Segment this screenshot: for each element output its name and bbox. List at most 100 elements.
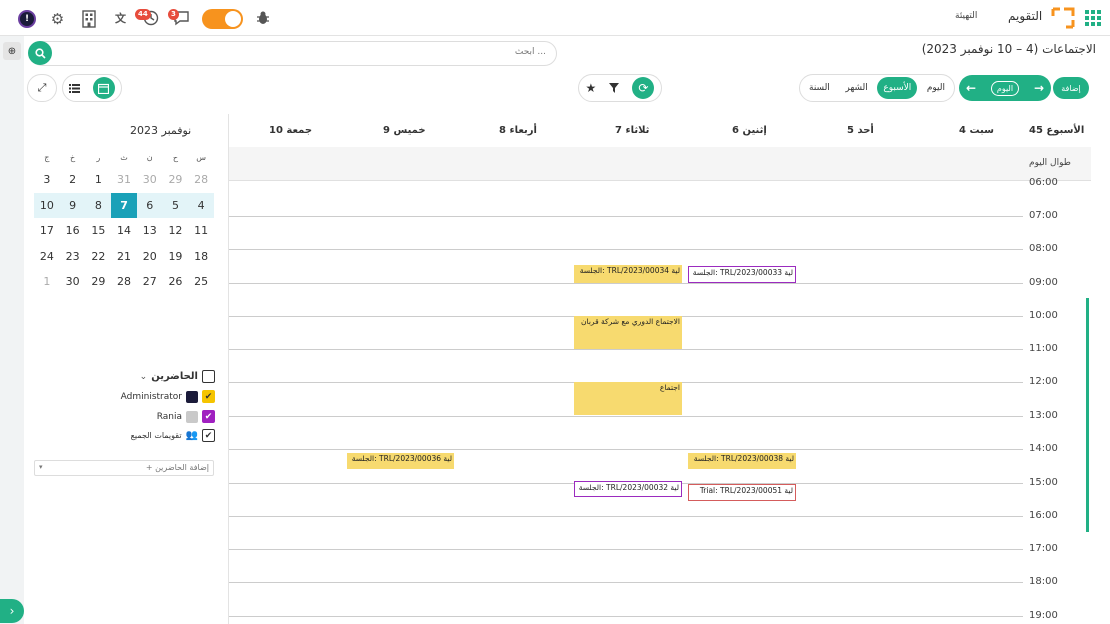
sidebar-toggle-chevron-icon[interactable]: › [0,599,24,623]
top-bar: ! ⚙ 文 44 3 التهيئة التقويم [0,0,1110,36]
scale-day-button[interactable]: اليوم [921,77,951,99]
mini-calendar-day[interactable]: 26 [163,269,189,295]
mini-calendar-day[interactable]: 10 [34,192,60,218]
scale-week-button[interactable]: الأسبوع [877,77,918,99]
company-building-icon[interactable] [80,9,97,28]
mini-calendar-day[interactable]: 12 [163,218,189,244]
calendar-event[interactable]: لية TRL/2023/00038 :الجلسة [688,453,796,469]
theme-toggle[interactable] [202,9,243,29]
hour-label: 06:00 [1029,177,1058,188]
next-arrow-icon[interactable]: ← [961,78,981,98]
add-button[interactable]: إضافة [1053,77,1089,99]
search-input[interactable] [106,47,546,57]
mini-calendar-day[interactable]: 1 [85,167,111,193]
day-header[interactable]: ثلاثاء 7 [615,114,649,147]
debug-bug-icon[interactable] [256,10,270,26]
apps-grid-icon[interactable] [1084,9,1102,27]
mini-calendar-day[interactable]: 2 [60,167,86,193]
refresh-icon[interactable]: ⟳ [632,77,655,99]
mini-calendar-day[interactable]: 23 [60,244,86,270]
all-day-label: طوال اليوم [1029,158,1071,168]
mini-calendar-day[interactable]: 19 [163,244,189,270]
mini-calendar-day[interactable]: 28 [188,167,214,193]
day-header[interactable]: إثنين 6 [732,114,767,147]
hour-label: 12:00 [1029,376,1058,387]
attendees-select-all-checkbox[interactable] [202,370,215,383]
mini-calendar-day[interactable]: 17 [34,218,60,244]
calendar-event[interactable]: لية TRL/2023/00032 :الجلسة [574,481,682,497]
mini-calendar-day[interactable]: 31 [111,167,137,193]
attendee-item[interactable]: Administrator ✔ [121,390,215,403]
calendar-event[interactable]: لية TRL/2023/00033 :الجلسة [688,266,796,283]
attendees-header[interactable]: ⌄ الحاضرين [140,370,215,383]
attendee-item[interactable]: Rania ✔ [157,410,215,423]
mini-calendar-day[interactable]: 6 [136,192,163,218]
settings-gear-icon[interactable]: ⚙ [49,10,66,28]
mini-calendar-day[interactable]: 15 [85,218,111,244]
filter-icon[interactable] [609,83,620,93]
add-attendee-select[interactable]: + إضافة الحاضرين ▾ [34,460,214,476]
mini-calendar-today[interactable]: 7 [111,192,137,218]
all-day-row[interactable]: طوال اليوم [229,147,1091,181]
mini-calendar-day[interactable]: 25 [188,269,214,295]
day-header[interactable]: أحد 5 [847,114,874,147]
language-icon[interactable]: 文 [113,10,128,26]
list-view-icon[interactable] [69,83,81,93]
expand-icon[interactable]: ⤢ [38,81,47,95]
mini-calendar-day[interactable]: 30 [137,167,163,193]
app-logo[interactable] [1050,6,1076,30]
attendee-checkbox[interactable]: ✔ [202,410,215,423]
calendar-event[interactable]: لية Trial: TRL/2023/00051 [688,484,796,501]
mini-calendar-day[interactable]: 29 [85,269,111,295]
calendar-event[interactable]: لية TRL/2023/00034 :الجلسة [574,265,682,283]
mini-calendar-day[interactable]: 13 [137,218,163,244]
calendar-event[interactable]: الاجتماع الدوري مع شركة قربان [574,316,682,349]
scale-month-button[interactable]: الشهر [839,77,873,99]
mini-calendar-day[interactable]: 24 [34,244,60,270]
hour-label: 11:00 [1029,343,1058,354]
mini-calendar-day[interactable]: 1 [34,269,60,295]
attendee-checkbox[interactable]: ✔ [202,390,215,403]
day-header[interactable]: خميس 9 [383,114,426,147]
mini-calendar-day[interactable]: 11 [188,218,214,244]
mini-calendar-day[interactable]: 16 [60,218,86,244]
week-number-label: الأسبوع 45 [1029,125,1085,136]
day-header[interactable]: جمعة 10 [269,114,312,147]
scale-year-button[interactable]: السنة [803,77,836,99]
attendee-name: تقويمات الجميع [130,431,182,440]
hour-label: 08:00 [1029,243,1058,254]
mini-calendar-day[interactable]: 9 [59,192,86,218]
prev-arrow-icon[interactable]: → [1029,78,1049,98]
search-box[interactable] [30,41,557,66]
mini-calendar-day[interactable]: 29 [163,167,189,193]
user-avatar[interactable]: ! [18,10,36,28]
attendee-item[interactable]: تقويمات الجميع 👥 ✔ [131,429,215,442]
mini-calendar-day[interactable]: 28 [111,269,137,295]
mini-calendar-day[interactable]: 18 [188,244,214,270]
menu-settings-link[interactable]: التهيئة [955,11,977,21]
day-header[interactable]: أربعاء 8 [499,114,537,147]
search-button[interactable] [28,41,52,65]
mini-calendar-day[interactable]: 14 [111,218,137,244]
mini-calendar-day[interactable]: 3 [34,167,60,193]
favorite-star-icon[interactable]: ★ [586,81,597,95]
attendee-checkbox[interactable]: ✔ [202,429,215,442]
zoom-icon[interactable]: ⊕ [3,42,21,60]
calendar-view-icon[interactable] [92,77,115,99]
mini-calendar-day[interactable]: 8 [85,192,112,218]
calendar-event[interactable]: اجتماع [574,382,682,415]
mini-calendar-day[interactable]: 22 [85,244,111,270]
mini-calendar-day[interactable]: 27 [137,269,163,295]
day-header[interactable]: سبت 4 [959,114,994,147]
calendar-event[interactable]: لية TRL/2023/00036 :الجلسة [347,453,454,469]
mini-calendar-day[interactable]: 30 [60,269,86,295]
mini-calendar-day[interactable]: 20 [137,244,163,270]
mini-calendar-day[interactable]: 21 [111,244,137,270]
mini-calendar-day[interactable]: 5 [162,192,189,218]
app-title[interactable]: التقويم [1008,9,1042,23]
mini-calendar-day[interactable]: 4 [188,192,214,218]
add-attendee-label: + إضافة الحاضرين [145,463,209,472]
hour-label: 07:00 [1029,210,1058,221]
today-button[interactable]: اليوم [990,80,1020,96]
scroll-indicator[interactable] [1086,298,1089,532]
